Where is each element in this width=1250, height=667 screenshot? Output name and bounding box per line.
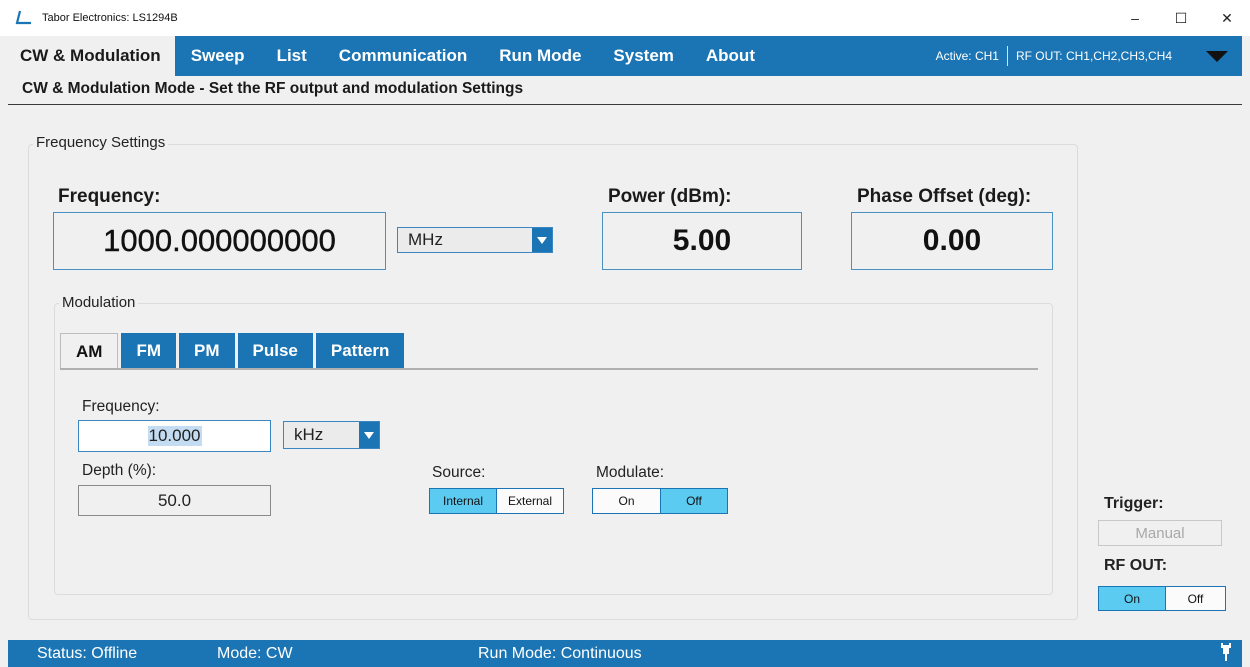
frequency-input[interactable]: 1000.000000000 bbox=[53, 212, 386, 270]
depth-input[interactable]: 50.0 bbox=[78, 485, 271, 516]
chevron-down-icon[interactable] bbox=[1206, 50, 1228, 62]
menu-sweep[interactable]: Sweep bbox=[175, 36, 261, 76]
menu-cw-modulation[interactable]: CW & Modulation bbox=[8, 36, 175, 76]
active-channel-label: Active: CH1 bbox=[935, 49, 999, 63]
tab-fm[interactable]: FM bbox=[121, 333, 176, 369]
rf-out-channels-label: RF OUT: CH1,CH2,CH3,CH4 bbox=[1015, 49, 1172, 63]
dropdown-arrow-icon[interactable] bbox=[359, 422, 379, 448]
tab-pm[interactable]: PM bbox=[179, 333, 235, 369]
close-button[interactable]: ✕ bbox=[1204, 0, 1250, 36]
status-mode: Mode: CW bbox=[217, 645, 293, 662]
menu-system[interactable]: System bbox=[597, 36, 689, 76]
source-label: Source: bbox=[432, 464, 486, 481]
mod-frequency-unit-select[interactable]: kHz bbox=[283, 421, 380, 449]
page-subtitle: CW & Modulation Mode - Set the RF output… bbox=[22, 80, 524, 97]
frequency-settings-label: Frequency Settings bbox=[33, 134, 169, 151]
frequency-label: Frequency: bbox=[58, 186, 161, 207]
menu-list[interactable]: List bbox=[261, 36, 323, 76]
dropdown-arrow-icon[interactable] bbox=[532, 228, 552, 252]
app-logo-icon bbox=[14, 8, 34, 28]
tab-underline bbox=[60, 368, 1038, 370]
status-bar: Status: Offline Mode: CW Run Mode: Conti… bbox=[8, 640, 1242, 667]
modulation-label: Modulation bbox=[59, 294, 139, 311]
power-label: Power (dBm): bbox=[608, 186, 732, 207]
menu-communication[interactable]: Communication bbox=[323, 36, 483, 76]
source-external-button[interactable]: External bbox=[496, 489, 563, 513]
manual-trigger-button[interactable]: Manual bbox=[1098, 520, 1222, 546]
rf-out-toggle: On Off bbox=[1098, 586, 1226, 611]
mod-frequency-label: Frequency: bbox=[82, 398, 160, 415]
minimize-button[interactable]: – bbox=[1112, 0, 1158, 36]
rf-out-off-button[interactable]: Off bbox=[1165, 587, 1225, 610]
header-divider bbox=[8, 104, 1242, 105]
source-toggle: Internal External bbox=[429, 488, 564, 514]
mod-frequency-value: 10.000 bbox=[147, 426, 202, 446]
depth-label: Depth (%): bbox=[82, 462, 157, 479]
tab-pattern[interactable]: Pattern bbox=[315, 333, 405, 369]
menu-run-mode[interactable]: Run Mode bbox=[483, 36, 597, 76]
phase-offset-input[interactable]: 0.00 bbox=[851, 212, 1053, 270]
connection-plug-icon bbox=[1218, 643, 1234, 667]
frequency-unit-value: MHz bbox=[408, 230, 443, 249]
power-input[interactable]: 5.00 bbox=[602, 212, 802, 270]
mod-frequency-input[interactable]: 10.000 bbox=[78, 420, 271, 452]
window-titlebar: Tabor Electronics: LS1294B – ☐ ✕ bbox=[0, 0, 1250, 36]
modulate-off-button[interactable]: Off bbox=[660, 489, 727, 513]
menu-about[interactable]: About bbox=[690, 36, 771, 76]
tab-pulse[interactable]: Pulse bbox=[237, 333, 313, 369]
status-run-mode: Run Mode: Continuous bbox=[478, 645, 642, 662]
modulation-tabs: AM FM PM Pulse Pattern bbox=[60, 333, 407, 369]
maximize-button[interactable]: ☐ bbox=[1158, 0, 1204, 36]
trigger-label: Trigger: bbox=[1104, 495, 1164, 512]
status-connection: Status: Offline bbox=[37, 645, 138, 662]
rf-out-label: RF OUT: bbox=[1104, 557, 1168, 574]
rf-out-on-button[interactable]: On bbox=[1099, 587, 1165, 610]
menu-separator bbox=[1006, 46, 1008, 66]
modulate-label: Modulate: bbox=[596, 464, 665, 481]
frequency-unit-select[interactable]: MHz bbox=[397, 227, 553, 253]
source-internal-button[interactable]: Internal bbox=[430, 489, 496, 513]
mod-frequency-unit-value: kHz bbox=[294, 425, 324, 444]
modulate-on-button[interactable]: On bbox=[593, 489, 660, 513]
phase-offset-label: Phase Offset (deg): bbox=[857, 186, 1032, 207]
modulate-toggle: On Off bbox=[592, 488, 728, 514]
window-title: Tabor Electronics: LS1294B bbox=[42, 12, 178, 24]
menu-bar: CW & Modulation Sweep List Communication… bbox=[8, 36, 1242, 76]
tab-am[interactable]: AM bbox=[60, 333, 119, 369]
